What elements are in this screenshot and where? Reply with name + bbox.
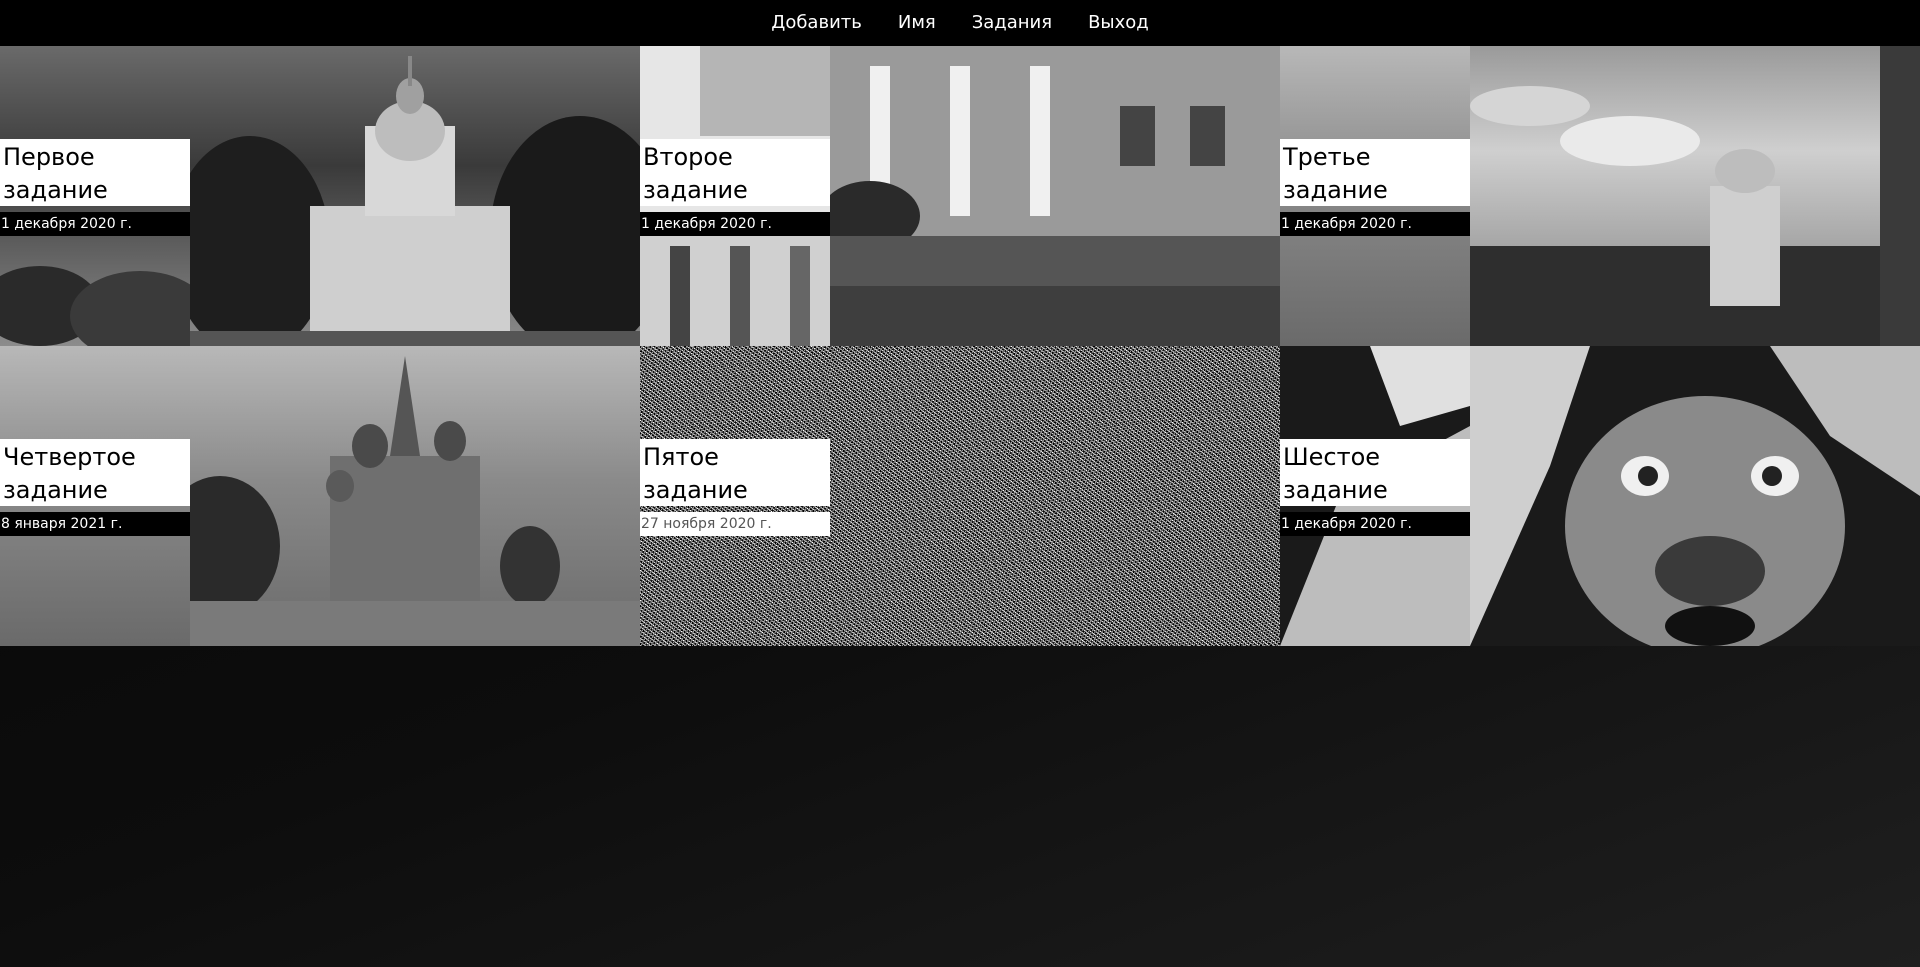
- task-card-6[interactable]: Шестое задание 1 декабря 2020 г.: [1280, 346, 1920, 646]
- task-card-1-image: [190, 46, 640, 346]
- task-card-5-image: [830, 346, 1280, 646]
- task-card-3-image: [1470, 46, 1920, 346]
- task-card-6-image: [1470, 346, 1920, 646]
- task-card-5-title: Пятое задание: [640, 439, 830, 506]
- tasks-grid: Первое задание 1 декабря 2020 г. Второе …: [0, 46, 1920, 646]
- task-card-4-title: Четвертое задание: [0, 439, 190, 506]
- task-card-1[interactable]: Первое задание 1 декабря 2020 г.: [0, 46, 640, 346]
- task-card-1-date: 1 декабря 2020 г.: [0, 212, 190, 236]
- task-card-4-date: 8 января 2021 г.: [0, 512, 190, 536]
- task-card-1-title: Первое задание: [0, 139, 190, 206]
- task-card-2-image: [830, 46, 1280, 346]
- nav-name-link[interactable]: Имя: [880, 0, 954, 46]
- task-card-2-date: 1 декабря 2020 г.: [640, 212, 830, 236]
- task-card-3-title: Третье задание: [1280, 139, 1470, 206]
- nav-logout-link[interactable]: Выход: [1070, 0, 1167, 46]
- task-card-5-date: 27 ноября 2020 г.: [640, 512, 830, 536]
- task-card-2[interactable]: Второе задание 1 декабря 2020 г.: [640, 46, 1280, 346]
- task-card-4[interactable]: Четвертое задание 8 января 2021 г.: [0, 346, 640, 646]
- task-card-5[interactable]: Пятое задание 27 ноября 2020 г.: [640, 346, 1280, 646]
- top-navigation: Добавить Имя Задания Выход: [0, 0, 1920, 46]
- task-card-3-date: 1 декабря 2020 г.: [1280, 212, 1470, 236]
- task-card-6-title: Шестое задание: [1280, 439, 1470, 506]
- nav-add-link[interactable]: Добавить: [753, 0, 880, 46]
- task-card-3[interactable]: Третье задание 1 декабря 2020 г.: [1280, 46, 1920, 346]
- task-card-4-image: [190, 346, 640, 646]
- task-card-6-date: 1 декабря 2020 г.: [1280, 512, 1470, 536]
- nav-tasks-link[interactable]: Задания: [954, 0, 1070, 46]
- task-card-2-title: Второе задание: [640, 139, 830, 206]
